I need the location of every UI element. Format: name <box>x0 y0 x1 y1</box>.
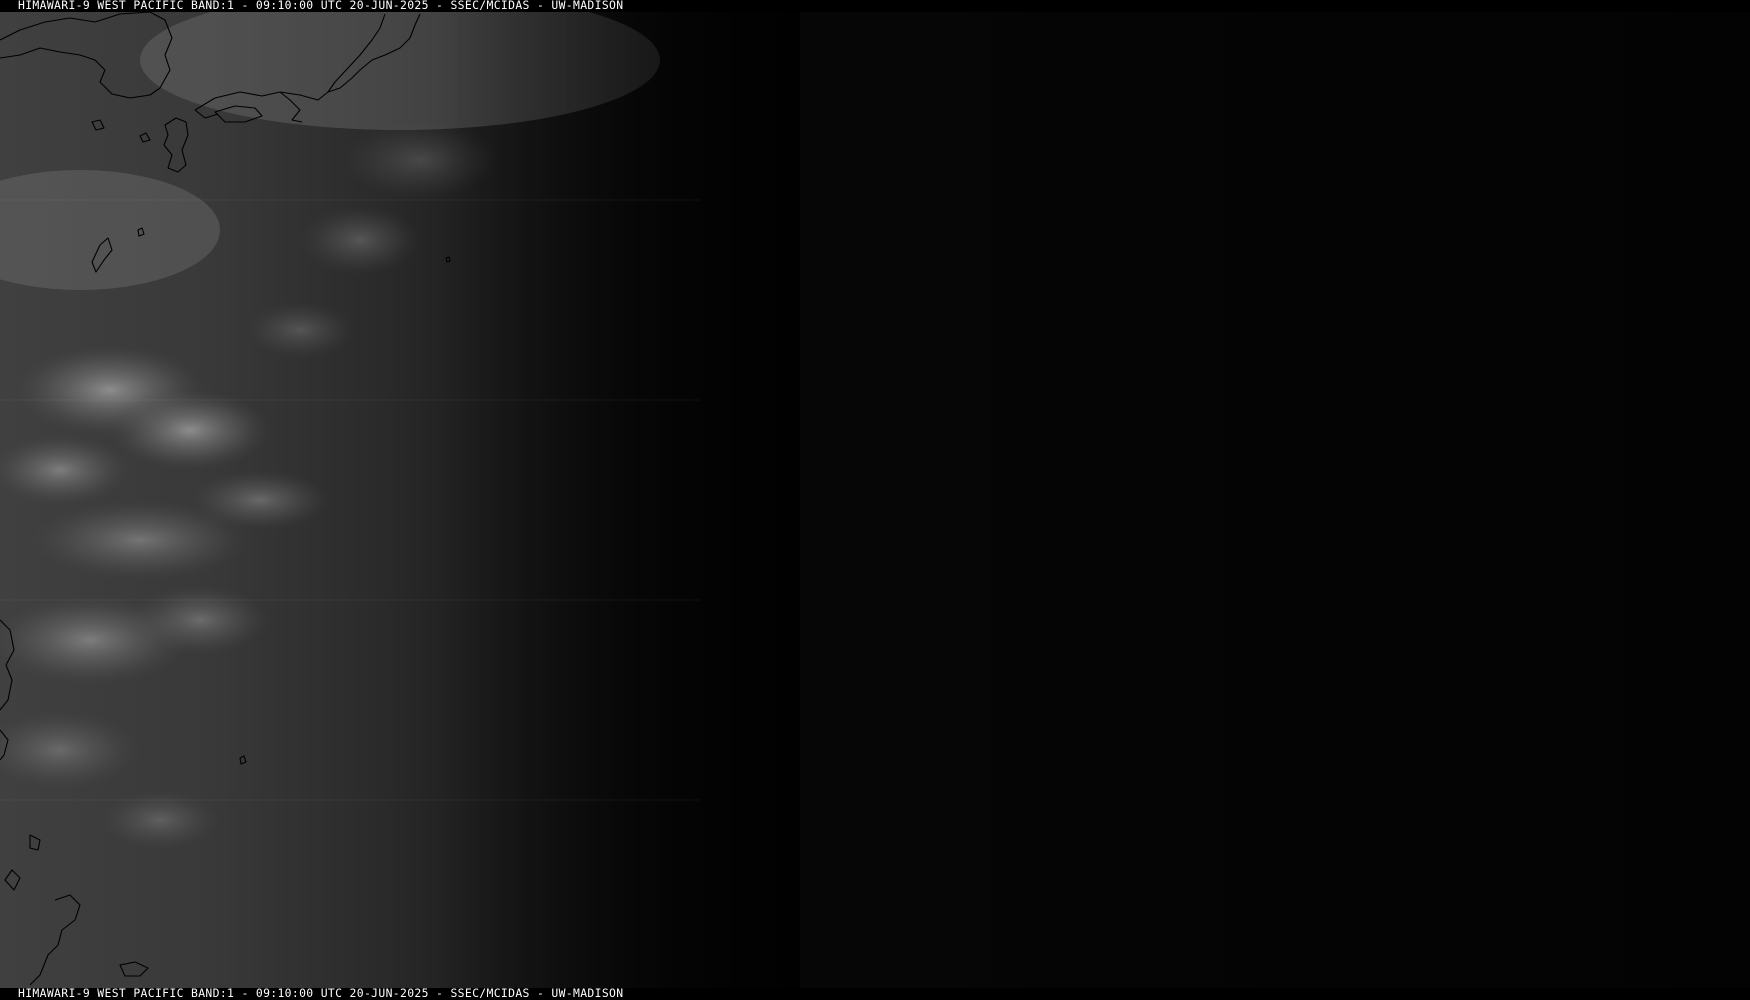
caption-bottom-text: HIMAWARI-9 WEST PACIFIC BAND:1 - 09:10:0… <box>18 986 624 1000</box>
caption-top-text: HIMAWARI-9 WEST PACIFIC BAND:1 - 09:10:0… <box>18 0 624 12</box>
satellite-viewer: HIMAWARI-9 WEST PACIFIC BAND:1 - 09:10:0… <box>0 0 1750 1000</box>
caption-bar-top: HIMAWARI-9 WEST PACIFIC BAND:1 - 09:10:0… <box>0 0 1750 12</box>
caption-bar-bottom: HIMAWARI-9 WEST PACIFIC BAND:1 - 09:10:0… <box>0 986 1750 1000</box>
satellite-image <box>0 0 1750 1000</box>
